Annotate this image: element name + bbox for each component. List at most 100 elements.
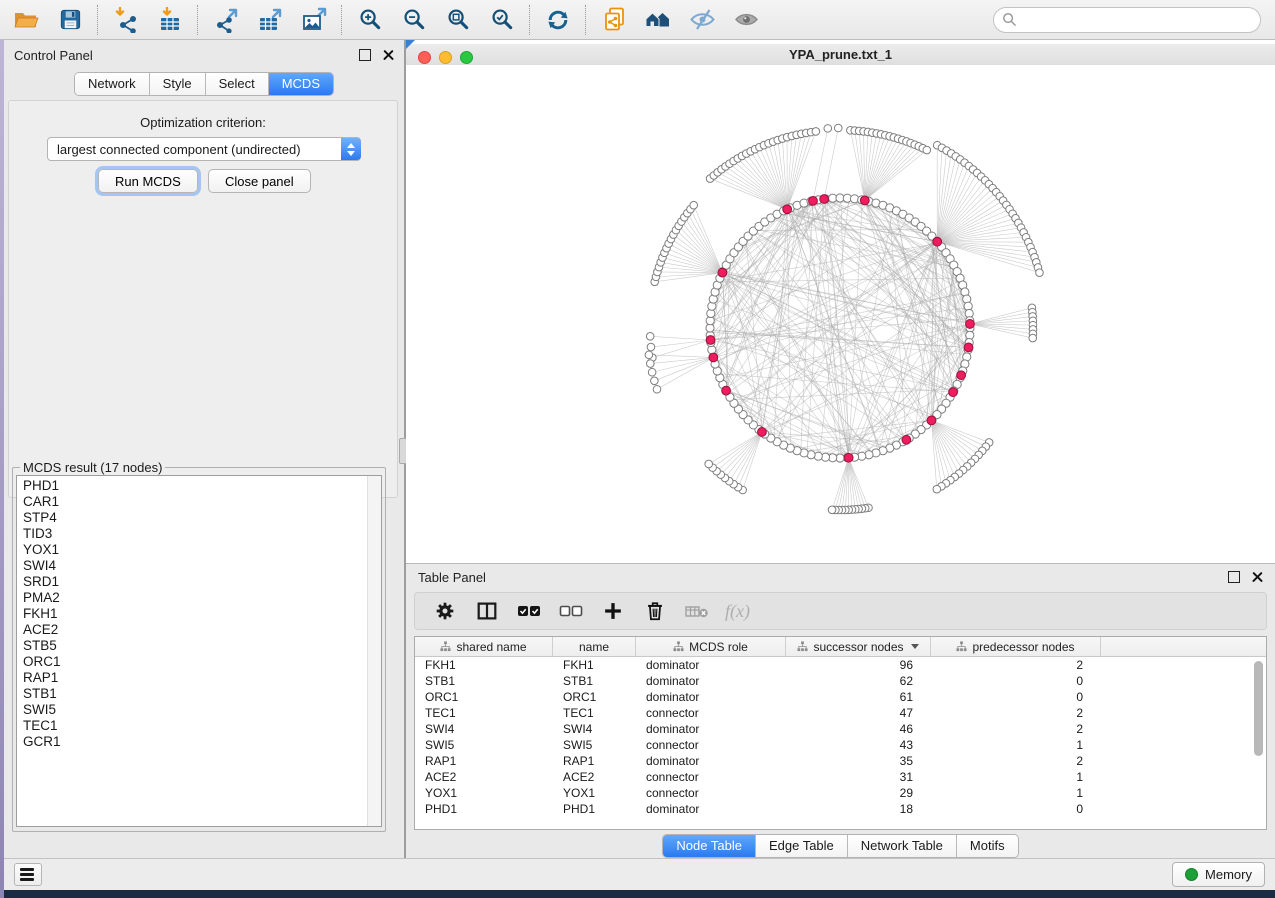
network-node[interactable] [812,128,820,136]
dominator-node[interactable] [706,336,715,345]
mcds-result-item[interactable]: FKH1 [23,606,381,622]
table-scrollbar-thumb[interactable] [1254,661,1263,756]
new-network-from-selection-button[interactable] [592,3,636,37]
refresh-view-button[interactable] [536,3,580,37]
tab-network[interactable]: Network [75,73,150,95]
close-window-icon[interactable] [418,51,431,64]
network-node[interactable] [651,377,659,385]
minimize-window-icon[interactable] [439,51,452,64]
network-node[interactable] [645,351,653,359]
network-node[interactable] [647,343,655,351]
float-panel-icon[interactable] [359,49,371,61]
network-node[interactable] [1029,334,1037,342]
close-panel-icon[interactable] [1252,572,1263,583]
select-all-button[interactable] [515,597,543,625]
dominator-node[interactable] [957,371,966,380]
table-row[interactable]: PHD1PHD1dominator180 [415,801,1266,817]
table-row[interactable]: SWI4SWI4dominator462 [415,721,1266,737]
memory-button[interactable]: Memory [1172,862,1265,887]
table-row[interactable]: STB1STB1dominator620 [415,673,1266,689]
import-network-button[interactable] [104,3,148,37]
mcds-result-item[interactable]: STP4 [23,510,381,526]
dominator-node[interactable] [783,205,792,214]
dominator-node[interactable] [844,453,853,462]
search-box[interactable] [993,7,1261,33]
network-node[interactable] [690,201,698,209]
table-settings-button[interactable] [431,597,459,625]
column-header-predecessor-nodes[interactable]: predecessor nodes [931,637,1101,656]
mcds-result-item[interactable]: GCR1 [23,734,381,750]
zoom-fit-button[interactable] [436,3,480,37]
dominator-node[interactable] [722,386,731,395]
function-builder-button[interactable]: f(x) [725,601,750,622]
network-node[interactable] [647,360,655,368]
mcds-result-item[interactable]: STB5 [23,638,381,654]
delete-column-button[interactable] [641,597,669,625]
column-header-successor-nodes[interactable]: successor nodes [786,637,931,656]
mcds-result-item[interactable]: ACE2 [23,622,381,638]
delete-table-button[interactable] [683,597,711,625]
network-node[interactable] [648,368,656,376]
task-history-button[interactable] [14,863,42,886]
search-input[interactable] [1023,11,1252,28]
mcds-result-item[interactable]: SWI5 [23,702,381,718]
mcds-result-item[interactable]: RAP1 [23,670,381,686]
deselect-all-button[interactable] [557,597,585,625]
close-panel-icon[interactable] [383,50,394,61]
network-node[interactable] [705,460,713,468]
import-table-button[interactable] [148,3,192,37]
dominator-node[interactable] [902,435,911,444]
criterion-select[interactable]: largest connected component (undirected) [47,137,361,161]
add-column-button[interactable] [599,597,627,625]
mcds-result-item[interactable]: TID3 [23,526,381,542]
tab-motifs[interactable]: Motifs [957,835,1018,857]
network-node[interactable] [1036,269,1044,277]
close-panel-button[interactable]: Close panel [208,169,311,193]
tab-style[interactable]: Style [150,73,206,95]
table-row[interactable]: ORC1ORC1dominator610 [415,689,1266,705]
export-network-button[interactable] [204,3,248,37]
run-mcds-button[interactable]: Run MCDS [98,169,198,193]
network-canvas[interactable] [406,65,1275,563]
mcds-result-item[interactable]: PHD1 [23,478,381,494]
mcds-result-item[interactable]: STB1 [23,686,381,702]
network-node[interactable] [828,506,836,514]
hide-selected-button[interactable] [680,3,724,37]
tab-node-table[interactable]: Node Table [663,835,756,857]
column-header-MCDS-role[interactable]: MCDS role [636,637,786,656]
table-row[interactable]: ACE2ACE2connector311 [415,769,1266,785]
mcds-result-item[interactable]: TEC1 [23,718,381,734]
dominator-node[interactable] [820,195,829,204]
dominator-node[interactable] [809,196,818,205]
column-header-shared-name[interactable]: shared name [415,637,553,656]
tab-edge-table[interactable]: Edge Table [756,835,848,857]
network-titlebar[interactable]: YPA_prune.txt_1 [406,44,1275,66]
mcds-result-item[interactable]: PMA2 [23,590,381,606]
dominator-node[interactable] [758,428,767,437]
network-node[interactable] [646,332,654,340]
network-node[interactable] [824,125,832,133]
table-row[interactable]: YOX1YOX1connector291 [415,785,1266,801]
mcds-result-item[interactable]: SWI4 [23,558,381,574]
table-row[interactable]: TEC1TEC1connector472 [415,705,1266,721]
dominator-node[interactable] [860,196,869,205]
open-session-button[interactable] [4,3,48,37]
dominator-node[interactable] [709,353,718,362]
mcds-result-item[interactable]: YOX1 [23,542,381,558]
mcds-result-item[interactable]: ORC1 [23,654,381,670]
mcds-result-item[interactable]: SRD1 [23,574,381,590]
mcds-result-listbox[interactable]: PHD1CAR1STP4TID3YOX1SWI4SRD1PMA2FKH1ACE2… [16,475,382,827]
zoom-selected-button[interactable] [480,3,524,37]
export-table-button[interactable] [248,3,292,37]
save-session-button[interactable] [48,3,92,37]
dominator-node[interactable] [964,343,973,352]
dominator-node[interactable] [949,388,958,397]
float-panel-icon[interactable] [1228,571,1240,583]
zoom-in-button[interactable] [348,3,392,37]
network-node[interactable] [923,146,931,154]
table-row[interactable]: FKH1FKH1dominator962 [415,657,1266,673]
table-row[interactable]: RAP1RAP1dominator352 [415,753,1266,769]
network-node[interactable] [653,385,661,393]
show-all-button[interactable] [724,3,768,37]
dominator-node[interactable] [966,320,975,329]
